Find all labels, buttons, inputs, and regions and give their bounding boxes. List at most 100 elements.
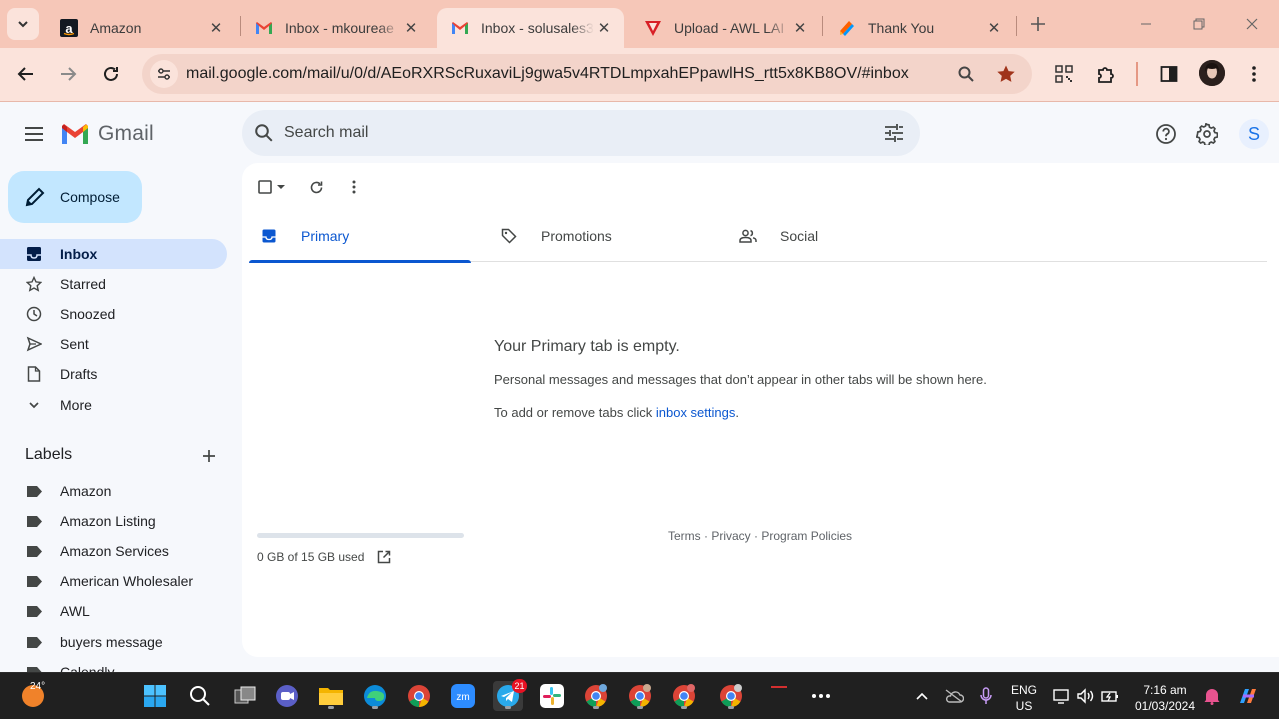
sidebar-item-inbox[interactable]: Inbox — [0, 239, 227, 269]
slack-app[interactable] — [537, 681, 567, 711]
zoom-button[interactable] — [954, 62, 978, 86]
search-input[interactable] — [284, 124, 844, 142]
side-panel-button[interactable] — [1155, 60, 1183, 88]
browser-tab-inbox-solusales[interactable]: Inbox - solusales3 ✕ — [437, 8, 624, 48]
zoom-icon: zm — [451, 684, 475, 708]
site-info-button[interactable] — [150, 60, 178, 88]
show-hidden-icons-button[interactable] — [911, 685, 933, 707]
browser-menu-button[interactable] — [1240, 60, 1268, 88]
url-text[interactable]: mail.google.com/mail/u/0/d/AEoRXRScRuxav… — [186, 65, 916, 83]
restore-icon — [1193, 18, 1205, 30]
terms-link[interactable]: Terms — [668, 529, 701, 543]
close-tab-icon[interactable]: ✕ — [790, 18, 810, 38]
volume-tray-icon[interactable] — [1075, 685, 1097, 707]
restore-button[interactable] — [1187, 12, 1211, 36]
sidebar-label-item[interactable]: Amazon Listing — [0, 506, 227, 536]
sidebar-item-sent[interactable]: Sent — [0, 329, 227, 359]
sidebar-item-starred[interactable]: Starred — [0, 269, 227, 299]
more-options-button[interactable] — [342, 175, 366, 199]
sidebar-item-more[interactable]: More — [0, 390, 227, 420]
support-button[interactable] — [1153, 121, 1179, 147]
select-checkbox[interactable] — [256, 175, 274, 199]
copilot-button[interactable] — [1237, 685, 1259, 707]
taskbar-app-recording[interactable] — [764, 681, 794, 711]
sidebar-label-item[interactable]: buyers message — [0, 627, 227, 657]
select-dropdown[interactable] — [274, 175, 288, 199]
slack-icon — [540, 684, 564, 708]
sidebar-item-snoozed[interactable]: Snoozed — [0, 299, 227, 329]
extensions-button[interactable] — [1092, 60, 1120, 88]
qr-code-button[interactable] — [1050, 60, 1078, 88]
inbox-settings-link[interactable]: inbox settings — [656, 405, 736, 420]
account-avatar[interactable]: S — [1239, 119, 1269, 149]
back-button[interactable] — [12, 60, 40, 88]
browser-tab-thank-you[interactable]: Thank You ✕ — [824, 8, 1014, 48]
notifications-button[interactable] — [1201, 685, 1223, 707]
task-view-button[interactable] — [230, 681, 260, 711]
taskbar-search-button[interactable] — [185, 681, 215, 711]
browser-tab-upload-awl[interactable]: Upload - AWL LAI ✕ — [630, 8, 820, 48]
close-tab-icon[interactable]: ✕ — [594, 18, 614, 38]
close-tab-icon[interactable]: ✕ — [401, 18, 421, 38]
minimize-button[interactable] — [1134, 12, 1158, 36]
telegram-app[interactable]: 21 — [493, 679, 527, 711]
chrome-profile-app-4[interactable] — [716, 681, 746, 711]
close-window-button[interactable] — [1240, 12, 1264, 36]
arrow-drop-down-icon — [277, 185, 285, 189]
close-tab-icon[interactable]: ✕ — [984, 18, 1004, 38]
close-tab-icon[interactable]: ✕ — [206, 18, 226, 38]
address-bar[interactable]: mail.google.com/mail/u/0/d/AEoRXRScRuxav… — [142, 54, 1032, 94]
battery-tray-icon[interactable] — [1099, 685, 1121, 707]
microphone-tray-icon[interactable] — [975, 685, 997, 707]
browser-toolbar: mail.google.com/mail/u/0/d/AEoRXRScRuxav… — [0, 48, 1279, 102]
clock[interactable]: 7:16 am 01/03/2024 — [1130, 682, 1200, 714]
bookmark-button[interactable] — [994, 62, 1018, 86]
network-tray-icon[interactable] — [1051, 685, 1073, 707]
search-icon[interactable] — [252, 121, 276, 145]
edge-app[interactable] — [360, 681, 390, 711]
volume-icon — [1077, 688, 1094, 704]
tab-promotions[interactable]: Promotions — [489, 209, 711, 262]
privacy-link[interactable]: Privacy — [711, 529, 750, 543]
sidebar-label-item[interactable]: AWL — [0, 596, 227, 626]
create-label-button[interactable] — [198, 445, 220, 467]
sidebar-label-item[interactable]: Amazon — [0, 476, 227, 506]
onedrive-tray-icon[interactable] — [943, 685, 965, 707]
input-language[interactable]: ENG US — [1004, 682, 1044, 714]
compose-button[interactable]: Compose — [8, 171, 142, 223]
chrome-icon — [408, 685, 430, 707]
chrome-app[interactable] — [404, 681, 434, 711]
program-policies-link[interactable]: Program Policies — [761, 529, 852, 543]
teams-chat-app[interactable] — [272, 681, 302, 711]
settings-button[interactable] — [1194, 121, 1220, 147]
tab-search-button[interactable] — [7, 8, 39, 40]
gmail-logo[interactable]: Gmail — [60, 118, 154, 150]
sidebar-item-drafts[interactable]: Drafts — [0, 359, 227, 389]
chrome-profile-app-3[interactable] — [669, 681, 699, 711]
search-options-button[interactable] — [882, 121, 906, 145]
start-button[interactable] — [140, 681, 170, 711]
main-menu-button[interactable] — [20, 120, 48, 148]
reload-button[interactable] — [97, 60, 125, 88]
search-icon — [190, 686, 210, 706]
refresh-button[interactable] — [304, 175, 328, 199]
sidebar-label-item[interactable]: American Wholesaler — [0, 566, 227, 596]
browser-tab-amazon[interactable]: a Amazon ✕ — [46, 8, 236, 48]
browser-tab-inbox-mkoureae[interactable]: Inbox - mkoureae ✕ — [241, 8, 431, 48]
monitor-network-icon — [1053, 689, 1069, 704]
tab-social[interactable]: Social — [728, 209, 950, 262]
file-explorer-app[interactable] — [316, 681, 346, 711]
sidebar-label-item[interactable]: Amazon Services — [0, 536, 227, 566]
chrome-profile-app-2[interactable] — [625, 681, 655, 711]
zoom-app[interactable]: zm — [448, 681, 478, 711]
forward-button[interactable] — [54, 60, 82, 88]
browser-profile-avatar[interactable] — [1199, 60, 1225, 86]
tab-primary[interactable]: Primary — [249, 209, 471, 263]
taskbar-overflow-button[interactable] — [806, 681, 836, 711]
chrome-profile-app-1[interactable] — [581, 681, 611, 711]
reload-icon — [104, 66, 118, 81]
folder-icon — [319, 688, 343, 705]
new-tab-button[interactable] — [1026, 12, 1050, 36]
qr-code-icon — [1055, 65, 1073, 83]
open-in-new-icon[interactable] — [376, 549, 392, 565]
